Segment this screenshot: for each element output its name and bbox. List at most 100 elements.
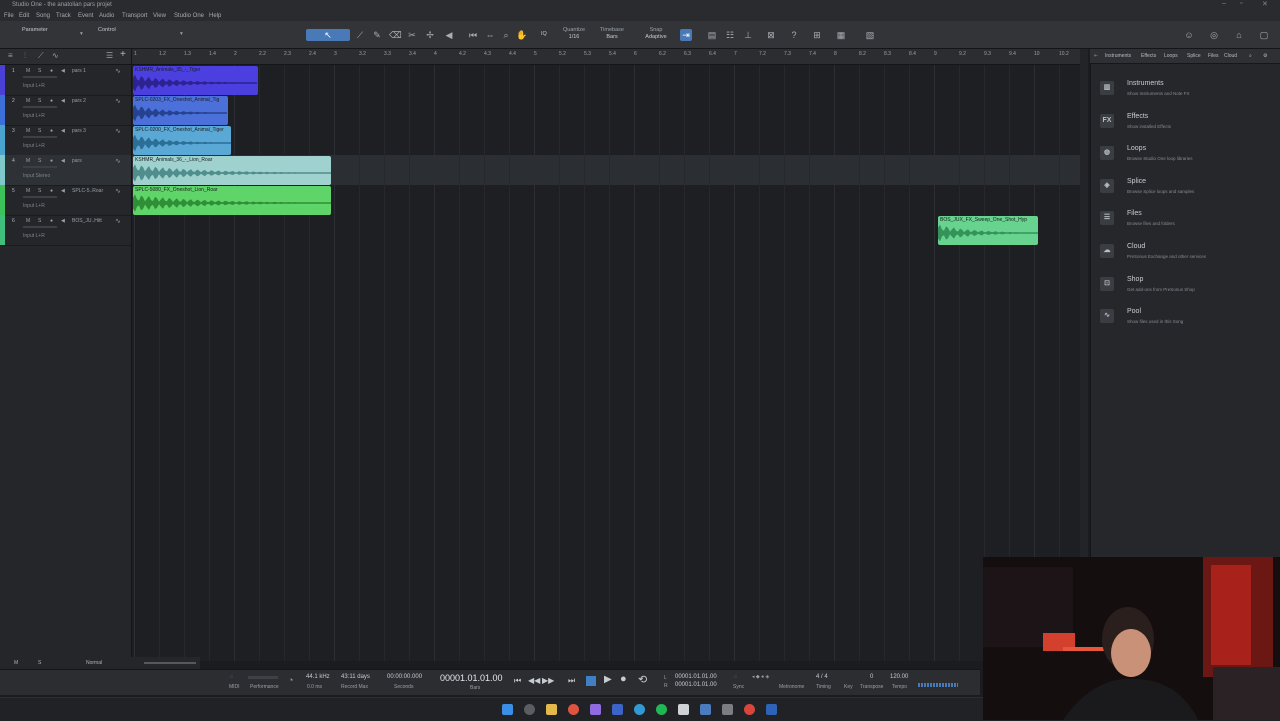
record-arm-icon[interactable]: ● (50, 188, 53, 194)
volume-fader[interactable] (23, 196, 57, 198)
track-list-icon[interactable]: ☰ (106, 51, 113, 60)
chrome-icon[interactable] (568, 704, 579, 715)
browser-item-instruments[interactable]: ▥ Instruments Show Instruments and Note FX (1098, 79, 1273, 109)
automation-icon[interactable]: ∿ (115, 127, 121, 135)
solo-button[interactable]: S (38, 128, 41, 134)
track-name[interactable]: SPLC-5..Roar (72, 188, 103, 194)
app3-icon[interactable] (700, 704, 711, 715)
menu-help[interactable]: Help (209, 13, 221, 19)
track-input[interactable]: Input L+R (23, 113, 45, 119)
mute-button[interactable]: M (26, 98, 30, 104)
audio-clip[interactable]: SPLC-0203_FX_Oneshot_Animal_Tig (133, 96, 228, 125)
solo-button[interactable]: S (38, 218, 41, 224)
browser-item-shop[interactable]: ⊡ Shop Get add-ons from PreSonus Shop (1098, 275, 1273, 305)
mute-tool-icon[interactable]: ✢ (424, 29, 436, 41)
app2-icon[interactable] (678, 704, 689, 715)
eraser-tool-icon[interactable]: ⌫ (389, 29, 402, 41)
track-input[interactable]: Input Stereo (23, 173, 50, 179)
automation-icon[interactable]: ∿ (115, 97, 121, 105)
record-arm-icon[interactable]: ● (50, 158, 53, 164)
spotify-icon[interactable] (656, 704, 667, 715)
menu-edit[interactable]: Edit (19, 13, 29, 19)
solo-all-button[interactable]: S (38, 660, 41, 666)
ableton-link-icon[interactable]: ◎ (1208, 29, 1220, 41)
browser-toggle-icon[interactable]: ⇤ (1094, 53, 1098, 59)
parameter-dropdown-icon[interactable]: ▾ (80, 31, 83, 37)
track-header[interactable]: 1 M S ● ◀ pars 1 ∿ Input L+R (0, 65, 131, 96)
search-taskbar-icon[interactable] (524, 704, 535, 715)
monitor-icon[interactable]: ◀ (61, 128, 65, 134)
tab-loops[interactable]: Loops (1164, 53, 1178, 59)
mute-button[interactable]: M (26, 68, 30, 74)
arranger-icon[interactable]: ⊞ (811, 29, 823, 41)
sync-icon[interactable]: ◌ (734, 674, 737, 680)
return-to-zero-icon[interactable]: ⏮ (514, 676, 521, 686)
time-signature[interactable]: 4 / 4 (816, 674, 828, 680)
record-icon[interactable]: ● (620, 673, 627, 685)
track-header[interactable]: 3 M S ● ◀ pars 3 ∿ Input L+R (0, 125, 131, 156)
volume-fader[interactable] (23, 166, 57, 168)
track-input[interactable]: Input L+R (23, 233, 45, 239)
monitor-icon[interactable]: ◀ (61, 158, 65, 164)
iq-label[interactable]: IQ (541, 31, 547, 37)
tab-instruments[interactable]: Instruments (1105, 53, 1131, 59)
forward-icon[interactable]: ▶▶ (542, 676, 554, 685)
audio-clip[interactable]: BOS_JUX_FX_Sweep_One_Shot_Hyp (938, 216, 1038, 245)
end-icon[interactable]: ⏭ (568, 676, 575, 686)
audio-clip[interactable]: SPLC-0200_FX_Oneshot_Animal_Tiger (133, 126, 231, 155)
volume-fader[interactable] (23, 226, 57, 228)
grid-view-icon[interactable]: ▦ (835, 29, 847, 41)
menu-event[interactable]: Event (78, 13, 93, 19)
monitor-icon[interactable]: ◀ (61, 68, 65, 74)
arrow-tool-button[interactable]: ↖ (306, 29, 350, 41)
loop-start-value[interactable]: 00001.01.01.00 (675, 674, 717, 680)
listen-tool-icon[interactable]: ◀ (443, 29, 455, 41)
timeline-ruler[interactable]: 1 1.2 1.3 1.4 2 2.2 2.3 2.4 3 3.2 3.3 3.4 4 4.2 4.3 4.4… (132, 49, 1086, 65)
tab-files[interactable]: Files (1208, 53, 1219, 59)
mute-button[interactable]: M (26, 188, 30, 194)
edit-view-icon[interactable]: ▤ (706, 29, 718, 41)
layout-view-icon[interactable]: ▧ (864, 29, 876, 41)
solo-button[interactable]: S (38, 68, 41, 74)
range-tool-icon[interactable]: ⟋ (354, 29, 366, 41)
app5-icon[interactable] (744, 704, 755, 715)
menu-studio-one[interactable]: Studio One (174, 13, 204, 19)
track-input[interactable]: Input L+R (23, 143, 45, 149)
tab-splice[interactable]: Splice (1187, 53, 1201, 59)
automation-icon[interactable]: ∿ (115, 157, 121, 165)
track-input[interactable]: Input L+R (23, 83, 45, 89)
play-icon[interactable]: ▶ (604, 674, 612, 685)
audio-clip[interactable]: KSHMR_Animals_35_-_Tiger (133, 66, 258, 95)
solo-button[interactable]: S (38, 158, 41, 164)
record-arm-icon[interactable]: ● (50, 68, 53, 74)
song-page-icon[interactable]: ▢ (1258, 29, 1270, 41)
folder-icon[interactable] (546, 704, 557, 715)
menu-song[interactable]: Song (36, 13, 50, 19)
position-display[interactable]: 00001.01.01.00 (440, 673, 503, 683)
monitor-icon[interactable]: ◀ (61, 188, 65, 194)
metronome-controls-icon[interactable]: ◂ ◆ ● ◈ (752, 674, 769, 680)
automation-icon[interactable]: ∿ (115, 187, 121, 195)
track-name[interactable]: pars 2 (72, 98, 86, 104)
tab-cloud[interactable]: Cloud (1224, 53, 1237, 59)
search-icon[interactable]: ⌕ (1249, 53, 1252, 59)
mode-dropdown[interactable]: Normal (86, 660, 102, 666)
loop-end-value[interactable]: 00001.01.01.00 (675, 682, 717, 688)
solo-button[interactable]: S (38, 98, 41, 104)
word-icon[interactable] (612, 704, 623, 715)
timebase-value[interactable]: Bars (596, 34, 628, 40)
track-name[interactable]: BOS_JU..Hitt (72, 218, 102, 224)
snap-toggle-icon[interactable]: ⇥ (680, 29, 692, 41)
menu-audio[interactable]: Audio (99, 13, 114, 19)
track-name[interactable]: pars (72, 158, 82, 164)
browser-item-splice[interactable]: ◈ Splice Browse Splice loops and samples (1098, 177, 1273, 207)
automation-icon[interactable]: ∿ (52, 51, 59, 60)
audio-clip[interactable]: KSHMR_Animals_36_-_Lion_Roar (133, 156, 331, 185)
track-header[interactable]: 5 M S ● ◀ SPLC-5..Roar ∿ Input L+R (0, 185, 131, 216)
app-icon[interactable] (590, 704, 601, 715)
audio-clip[interactable]: SPLC-5080_FX_Oneshot_Lion_Roar (133, 186, 331, 215)
track-header[interactable]: 6 M S ● ◀ BOS_JU..Hitt ∿ Input L+R (0, 215, 131, 246)
record-arm-icon[interactable]: ● (50, 98, 53, 104)
record-arm-icon[interactable]: ● (50, 128, 53, 134)
loop-icon[interactable]: ⟲ (638, 673, 647, 686)
